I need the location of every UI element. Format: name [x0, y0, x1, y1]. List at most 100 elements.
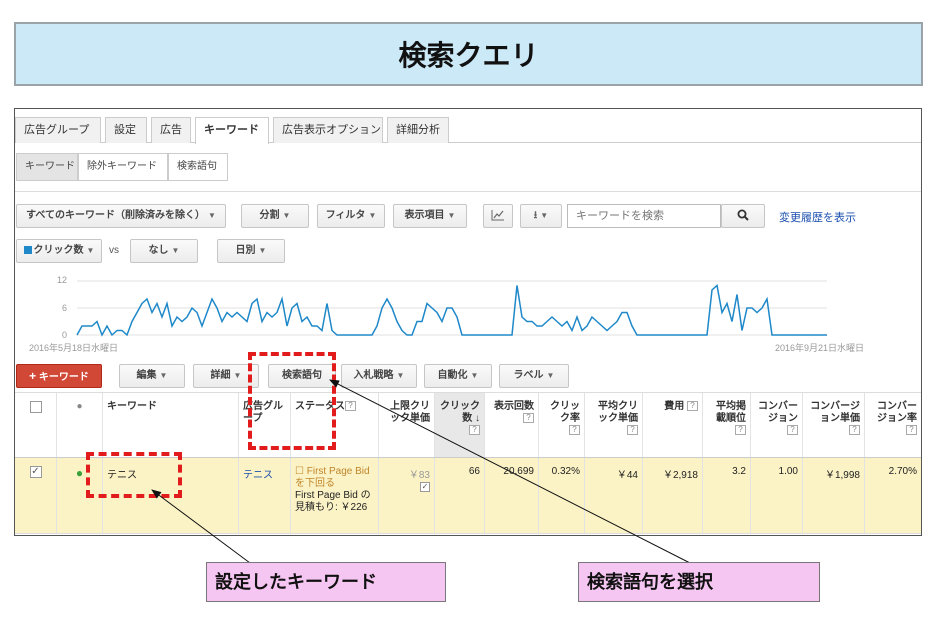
chevron-down-icon: ▼: [258, 246, 267, 255]
chevron-down-icon: ▼: [470, 371, 479, 380]
avg-position-header-label: 平均掲載順位: [716, 401, 746, 424]
filter-button[interactable]: フィルタ ▼: [317, 204, 385, 228]
help-icon[interactable]: ?: [523, 413, 534, 424]
tab-settings[interactable]: 設定: [105, 117, 147, 143]
max-cpc-cell[interactable]: ￥83 ✓: [379, 458, 435, 533]
clicks-series-line: [76, 284, 827, 337]
cost-header-label: 費用: [664, 401, 685, 412]
automate-button[interactable]: 自動化 ▼: [424, 364, 492, 388]
ctr-header-label: クリック率: [550, 401, 580, 424]
columns-label: 表示項目: [404, 210, 445, 221]
chevron-down-icon: ▼: [546, 371, 555, 380]
search-button[interactable]: [721, 204, 765, 228]
help-icon[interactable]: ?: [627, 425, 638, 436]
line-chart-icon: [491, 210, 504, 221]
keyword-filter-dropdown[interactable]: すべてのキーワード（削除済みを除く） ▼: [16, 204, 226, 228]
divider: [15, 191, 921, 192]
tab-keywords[interactable]: キーワード: [195, 117, 269, 144]
segment-button[interactable]: 分割 ▼: [241, 204, 309, 228]
keyword-search-input[interactable]: [567, 204, 721, 228]
automate-label: 自動化: [437, 370, 468, 381]
change-history-link[interactable]: 変更履歴を表示: [779, 209, 856, 225]
tab-dimensions[interactable]: 詳細分析: [387, 117, 449, 143]
conversions-header-label: コンバージョン: [758, 401, 798, 424]
download-button[interactable]: ⭳ ▼: [520, 204, 562, 228]
labels-button[interactable]: ラベル ▼: [499, 364, 569, 388]
bid-strategy-label: 入札戦略: [353, 370, 394, 381]
tab-ads[interactable]: 広告: [151, 117, 191, 143]
metric-dropdown[interactable]: クリック数 ▼: [16, 239, 102, 263]
avg-cpc-header[interactable]: 平均クリック単価?: [585, 393, 643, 457]
chart-end-date: 2016年9月21日水曜日: [775, 343, 865, 353]
subtab-keywords[interactable]: キーワード: [16, 153, 78, 181]
add-keyword-button[interactable]: + キーワード: [16, 364, 102, 388]
conv-rate-header-label: コンバージョン率: [877, 401, 917, 424]
period-dropdown[interactable]: 日別 ▼: [217, 239, 285, 263]
columns-button[interactable]: 表示項目 ▼: [393, 204, 467, 228]
max-cpc-header-label: 上限クリック単価: [390, 401, 430, 424]
keyword-header[interactable]: キーワード: [103, 393, 239, 457]
conversions-cell: 1.00: [751, 458, 803, 533]
chevron-down-icon: ▼: [447, 211, 456, 220]
status-cell: ☐ First Page Bid を下回る First Page Bid の見積…: [291, 458, 379, 533]
vs-label: vs: [109, 245, 119, 256]
chevron-down-icon: ▼: [396, 371, 405, 380]
ctr-cell: 0.32%: [539, 458, 585, 533]
plus-icon: +: [29, 369, 37, 383]
max-cpc-value: ￥83: [408, 470, 430, 481]
compare-label: なし: [148, 245, 169, 256]
clicks-header-label: クリック数: [440, 401, 480, 424]
compare-metric-dropdown[interactable]: なし ▼: [130, 239, 198, 263]
status-warning[interactable]: ☐ First Page Bid を下回る: [295, 466, 374, 490]
search-terms-highlight: [248, 352, 336, 450]
avg-position-header[interactable]: 平均掲載順位?: [703, 393, 751, 457]
help-icon[interactable]: ?: [469, 425, 480, 436]
help-icon[interactable]: ?: [787, 425, 798, 436]
chevron-down-icon: ▼: [159, 371, 168, 380]
edit-button[interactable]: 編集 ▼: [119, 364, 185, 388]
tab-ad-groups[interactable]: 広告グループ: [15, 117, 101, 143]
subtab-negative-keywords[interactable]: 除外キーワード: [78, 153, 168, 181]
help-icon[interactable]: ?: [569, 425, 580, 436]
details-label: 詳細: [210, 370, 231, 381]
slide-title: 検索クエリ: [14, 22, 923, 86]
chevron-down-icon: ▼: [282, 211, 291, 220]
conversions-header[interactable]: コンバージョン?: [751, 393, 803, 457]
chevron-down-icon: ▼: [233, 371, 242, 380]
conv-rate-header[interactable]: コンバージョン率?: [865, 393, 921, 457]
performance-chart: 12 6 0 2016年5月18日水曜日 2016年9月21日水曜日: [15, 273, 921, 355]
status-line1: First Page Bid を下回る: [295, 466, 370, 489]
row-select-cell: ✓: [15, 458, 57, 533]
bid-strategy-button[interactable]: 入札戦略 ▼: [341, 364, 417, 388]
tab-ad-extensions[interactable]: 広告表示オプション: [273, 117, 383, 143]
ctr-header[interactable]: クリック率?: [539, 393, 585, 457]
help-icon[interactable]: ?: [345, 401, 356, 412]
impressions-header[interactable]: 表示回数?: [485, 393, 539, 457]
keyword-highlight: [86, 452, 182, 498]
chevron-down-icon: ▼: [207, 211, 216, 220]
add-keyword-label: キーワード: [38, 372, 89, 383]
help-icon[interactable]: ?: [906, 425, 917, 436]
cost-per-conv-cell: ￥1,998: [803, 458, 865, 533]
labels-label: ラベル: [513, 370, 544, 381]
avg-position-cell: 3.2: [703, 458, 751, 533]
max-cpc-header[interactable]: 上限クリック単価: [379, 393, 435, 457]
chart-toggle-button[interactable]: [483, 204, 513, 228]
metric-label: クリック数: [33, 245, 84, 256]
keyword-filter-label: すべてのキーワード（削除済みを除く）: [26, 210, 205, 221]
keyword-callout: 設定したキーワード: [206, 562, 446, 602]
table-header: ● キーワード 広告グループ ステータス? 上限クリック単価 クリック数 ↓? …: [15, 392, 921, 458]
clicks-header[interactable]: クリック数 ↓?: [435, 393, 485, 457]
subtab-search-terms[interactable]: 検索語句: [168, 153, 228, 181]
cost-per-conv-header[interactable]: コンバージョン単価?: [803, 393, 865, 457]
help-icon[interactable]: ?: [849, 425, 860, 436]
cost-header[interactable]: 費用 ?: [643, 393, 703, 457]
edit-icon[interactable]: ✓: [420, 482, 430, 492]
chevron-down-icon: ▼: [86, 246, 95, 255]
help-icon[interactable]: ?: [735, 425, 746, 436]
clicks-cell: 66: [435, 458, 485, 533]
help-icon[interactable]: ?: [687, 401, 698, 412]
select-all-checkbox[interactable]: [29, 401, 42, 413]
ad-group-cell[interactable]: テニス: [239, 458, 291, 533]
row-checkbox[interactable]: ✓: [29, 466, 42, 478]
